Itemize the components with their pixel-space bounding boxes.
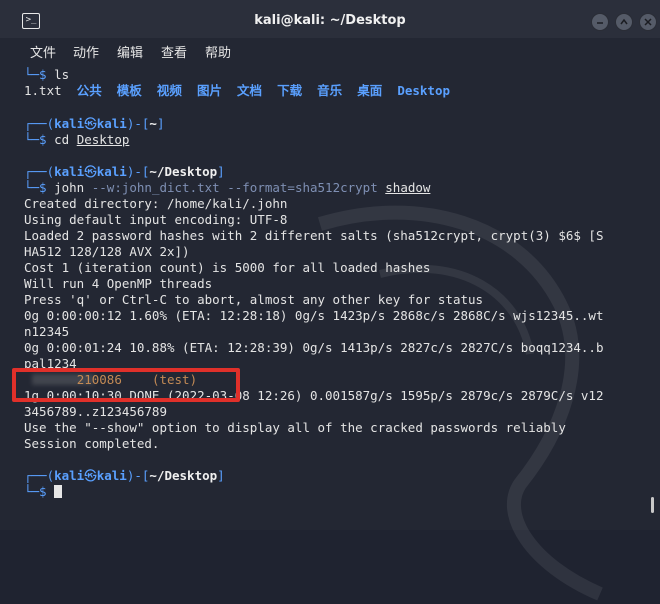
output-line: 3456789..z123456789 xyxy=(24,404,167,419)
maximize-icon xyxy=(620,18,628,25)
prompt-line: ┌──(kali㉿kali)-[~/Desktop] xyxy=(24,468,225,483)
command-text: ls xyxy=(54,67,70,82)
ls-item-dir: 图片 xyxy=(196,83,222,98)
menu-help[interactable]: 帮助 xyxy=(205,42,231,61)
prompt-line: ┌──(kali㉿kali)-[~/Desktop] xyxy=(24,164,225,179)
menu-view[interactable]: 查看 xyxy=(161,42,187,61)
current-directory: ~ xyxy=(149,116,157,131)
prompt-symbol: └─$ xyxy=(24,67,47,82)
ls-item-dir: 公共 xyxy=(76,83,102,98)
output-line: Press 'q' or Ctrl-C to abort, almost any… xyxy=(24,292,484,307)
output-line: Use the "--show" option to display all o… xyxy=(24,420,566,435)
line-cd-command: └─$ cd Desktop xyxy=(24,132,130,147)
line-john-command: └─$ john --w:john_dict.txt --format=sha5… xyxy=(24,180,431,195)
title-bar[interactable]: >_ kali@kali: ~/Desktop xyxy=(0,0,660,42)
close-icon xyxy=(644,18,652,26)
current-directory: ~/Desktop xyxy=(149,164,218,179)
highlight-box xyxy=(12,368,240,402)
prompt-symbol: └─$ xyxy=(24,180,47,195)
output-line: Loaded 2 password hashes with 2 differen… xyxy=(24,228,604,243)
ls-item-dir: Desktop xyxy=(397,83,451,98)
window-title: kali@kali: ~/Desktop xyxy=(254,13,406,28)
menu-bar: 文件 动作 编辑 查看 帮助 xyxy=(0,38,660,64)
ls-item-file: 1.txt xyxy=(24,83,62,98)
output-line: Cost 1 (iteration count) is 5000 for all… xyxy=(24,260,431,275)
prompt-symbol: └─$ xyxy=(24,132,47,147)
ls-item-dir: 文档 xyxy=(237,83,263,98)
ls-item-dir: 视频 xyxy=(156,83,182,98)
close-button[interactable] xyxy=(639,13,657,31)
menu-file[interactable]: 文件 xyxy=(30,42,56,61)
output-line: Using default input encoding: UTF-8 xyxy=(24,212,288,227)
maximize-button[interactable] xyxy=(615,13,633,31)
current-directory: ~/Desktop xyxy=(149,468,218,483)
output-line: HA512 128/128 AVX 2x]) xyxy=(24,244,190,259)
minimize-button[interactable] xyxy=(591,13,609,31)
prompt-line: ┌──(kali㉿kali)-[~] xyxy=(24,116,165,131)
prompt-symbol: └─$ xyxy=(24,484,47,499)
output-line: Will run 4 OpenMP threads xyxy=(24,276,213,291)
input-line[interactable]: └─$ xyxy=(24,484,63,500)
line-ls-command: └─$ ls xyxy=(24,67,69,83)
ls-item-dir: 模板 xyxy=(116,83,142,98)
ls-output: 1.txt 公共 模板 视频 图片 文档 下载 音乐 桌面 Desktop xyxy=(24,83,450,99)
text-cursor xyxy=(54,485,63,498)
output-line: 0g 0:00:01:24 10.88% (ETA: 12:28:39) 0g/… xyxy=(24,340,604,355)
output-line: n12345 xyxy=(24,324,70,339)
menu-action[interactable]: 动作 xyxy=(73,42,99,61)
minimize-icon xyxy=(597,22,603,24)
ls-item-dir: 音乐 xyxy=(317,83,343,98)
output-line: Session completed. xyxy=(24,436,160,451)
output-line: 0g 0:00:00:12 1.60% (ETA: 12:28:18) 0g/s… xyxy=(24,308,604,323)
ls-item-dir: 桌面 xyxy=(357,83,383,98)
ls-item-dir: 下载 xyxy=(277,83,303,98)
terminal-window: >_ kali@kali: ~/Desktop 文件 动作 编辑 查看 帮助 └… xyxy=(0,0,660,601)
output-line: Created directory: /home/kali/.john xyxy=(24,196,288,211)
menu-edit[interactable]: 编辑 xyxy=(117,42,143,61)
scrollbar-thumb[interactable] xyxy=(651,497,654,513)
